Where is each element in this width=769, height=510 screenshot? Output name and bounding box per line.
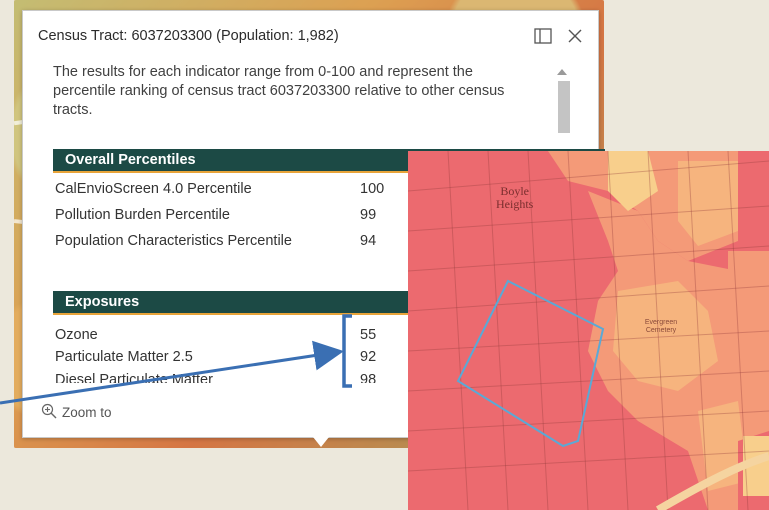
close-icon[interactable] (564, 25, 586, 47)
row-value: 99 (360, 207, 377, 223)
row-label: Ozone (55, 327, 98, 343)
table-row: CalEnvioScreen 4.0 Percentile 100 (55, 179, 384, 199)
popup-header: Census Tract: 6037203300 (Population: 1,… (38, 25, 586, 47)
row-label: Particulate Matter 2.5 (55, 349, 193, 365)
table-row: Particulate Matter 2.5 92 (55, 347, 377, 367)
row-label: Diesel Particulate Matter (55, 372, 213, 383)
table-row: Population Characteristics Percentile 94 (55, 231, 377, 251)
scroll-up-icon[interactable] (557, 69, 567, 75)
zoom-to-button[interactable]: Zoom to (41, 403, 112, 422)
inset-map[interactable]: Boyle Heights Evergreen Cemetery (408, 151, 769, 510)
place-label: Boyle Heights (496, 185, 533, 211)
row-value: 98 (360, 372, 377, 383)
scroll-thumb[interactable] (558, 81, 570, 133)
popup-title: Census Tract: 6037203300 (Population: 1,… (38, 28, 339, 44)
place-label-line2: Heights (496, 197, 534, 211)
row-label: Population Characteristics Percentile (55, 233, 292, 249)
row-value: 55 (360, 327, 377, 343)
popup-description: The results for each indicator range fro… (53, 64, 505, 118)
table-row: Diesel Particulate Matter 98 (55, 370, 377, 383)
row-value: 92 (360, 349, 377, 365)
table-row: Pollution Burden Percentile 99 (55, 205, 377, 225)
cemetery-label: Evergreen Cemetery (644, 319, 678, 334)
zoom-to-label: Zoom to (62, 405, 112, 420)
row-label: Pollution Burden Percentile (55, 207, 230, 223)
row-value: 94 (360, 233, 377, 249)
row-label: CalEnvioScreen 4.0 Percentile (55, 181, 252, 197)
maximize-icon[interactable] (532, 25, 554, 47)
popup-pointer (313, 437, 329, 447)
row-value: 100 (360, 181, 385, 197)
table-row: Ozone 55 (55, 325, 377, 345)
exposures-list: Ozone 55 Particulate Matter 2.5 92 Diese… (51, 325, 411, 383)
zoom-in-icon (41, 403, 57, 422)
